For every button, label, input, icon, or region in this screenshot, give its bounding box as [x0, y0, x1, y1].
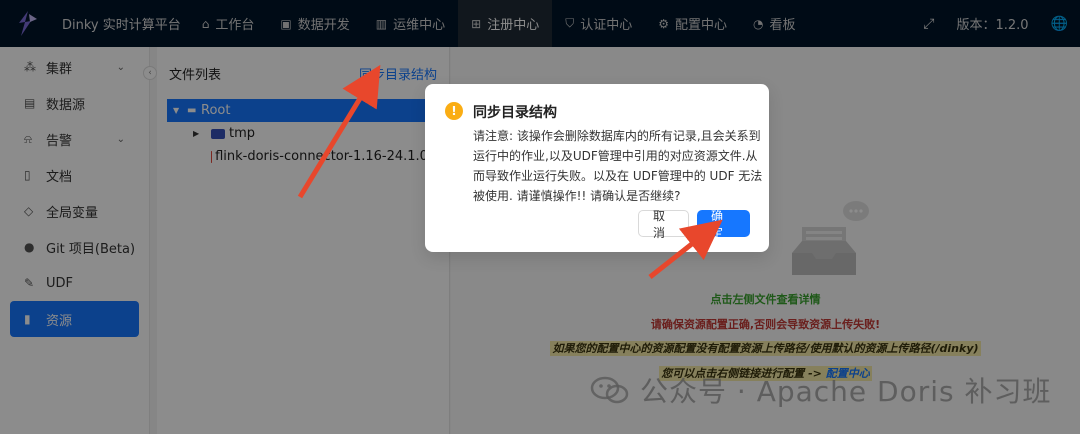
dialog-body: 请注意: 该操作会删除数据库内的所有记录,且会关系到运行中的作业,以及UDF管理…: [473, 129, 763, 203]
watermark-text: 公众号 · Apache Doris 补习班: [640, 375, 1052, 408]
confirm-button[interactable]: 确 定: [697, 209, 750, 240]
cancel-button[interactable]: 取 消: [638, 209, 689, 240]
wechat-watermark: 公众号 · Apache Doris 补习班: [590, 370, 1052, 410]
wechat-logo-icon: [590, 376, 629, 404]
warning-icon: !: [445, 102, 463, 120]
confirm-dialog: ! 同步目录结构 请注意: 该操作会删除数据库内的所有记录,且会关系到运行中的作…: [425, 84, 769, 252]
dialog-buttons: 取 消 确 定: [638, 209, 750, 240]
dialog-title: 同步目录结构: [473, 105, 557, 121]
